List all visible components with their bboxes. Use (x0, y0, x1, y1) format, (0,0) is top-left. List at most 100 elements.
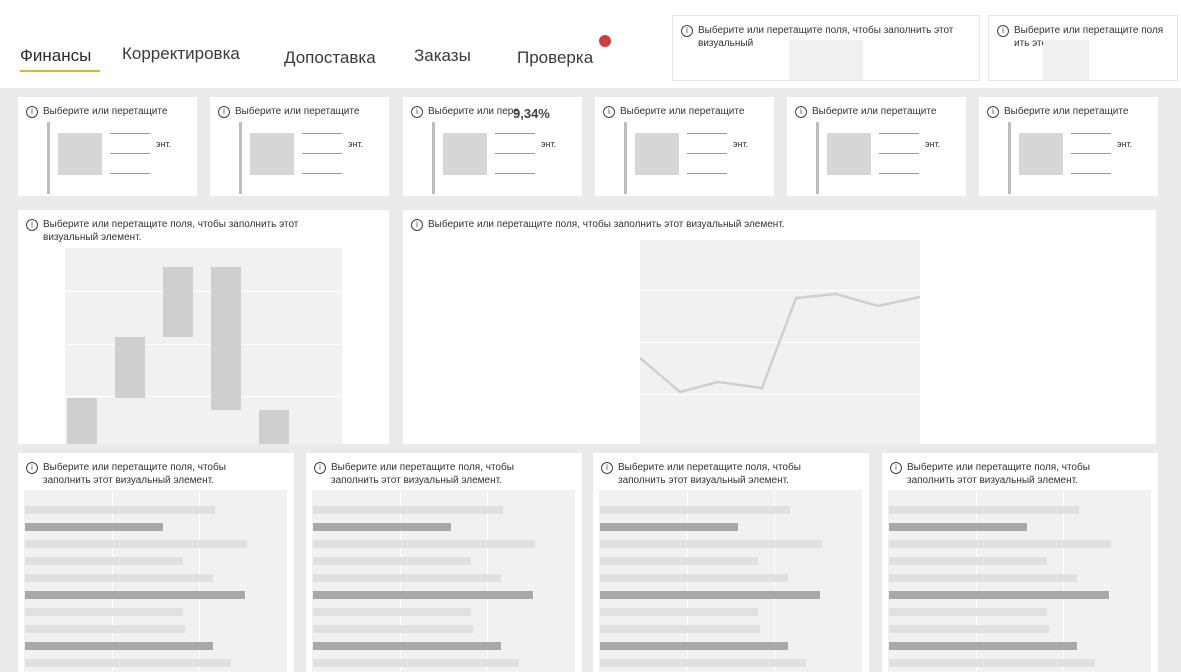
bar-placeholder (889, 659, 1095, 667)
waterfall-placeholder-plot (65, 248, 342, 444)
bar-placeholder (25, 557, 183, 565)
placeholder-text: Выберите или перетащите (43, 106, 168, 117)
placeholder-message: i Выберите или перетащите поля, чтобы за… (26, 218, 336, 244)
top-visual-card-2[interactable]: i Выберите или перетащите поля ить этот … (988, 15, 1178, 81)
placeholder-line (687, 173, 727, 174)
bar-placeholder (25, 591, 245, 599)
kpi-card[interactable]: i Выберите или пере энт. 9,34% (403, 97, 582, 196)
placeholder-line (687, 153, 727, 154)
bar-placeholder (25, 659, 231, 667)
placeholder-graphic (1019, 133, 1063, 175)
placeholder-text: Выберите или перетащите (812, 106, 937, 117)
placeholder-message: i Выберите или перетащите (795, 105, 936, 118)
placeholder-text: Выберите или перетащите поля, чтобы запо… (331, 462, 514, 486)
placeholder-line (879, 173, 919, 174)
placeholder-text-tail: энт. (733, 139, 749, 149)
placeholder-text: Выберите или перетащите поля, чтобы запо… (907, 462, 1090, 486)
bar-visual-card[interactable]: i Выберите или перетащите поля, чтобы зап… (306, 453, 582, 672)
kpi-card[interactable]: i Выберите или перетащите энт. (595, 97, 774, 196)
placeholder-line (302, 133, 342, 134)
placeholder-line (687, 133, 727, 134)
kpi-card[interactable]: i Выберите или перетащите энт. (18, 97, 197, 196)
placeholder-graphic (58, 133, 102, 175)
waterfall-visual-card[interactable]: i Выберите или перетащите поля, чтобы за… (18, 210, 389, 444)
placeholder-text: Выберите или перетащите поля, чтобы запо… (43, 462, 226, 486)
bar-placeholder (25, 574, 213, 582)
placeholder-message: i Выберите или перетащите поля, чтобы зап… (26, 461, 266, 487)
placeholder-text: Выберите или пере (428, 106, 519, 117)
top-visual-card-1[interactable]: i Выберите или перетащите поля, чтобы за… (672, 15, 980, 81)
bar-placeholder (889, 608, 1047, 616)
line-visual-card[interactable]: i Выберите или перетащите поля, чтобы за… (403, 210, 1156, 444)
active-tab-underline (20, 70, 100, 72)
placeholder-line (879, 133, 919, 134)
placeholder-line (495, 153, 535, 154)
bar-placeholder-plot (888, 490, 1151, 672)
bar-placeholder (889, 625, 1049, 633)
bar-placeholder (889, 642, 1077, 650)
line-placeholder-graphic (640, 292, 920, 394)
info-icon: i (411, 219, 423, 231)
tab-check[interactable]: Проверка (517, 48, 593, 68)
placeholder-divider (624, 122, 627, 194)
placeholder-message: i Выберите или перетащите (603, 105, 744, 118)
placeholder-line (302, 173, 342, 174)
placeholder-line (110, 133, 150, 134)
placeholder-divider (1008, 122, 1011, 194)
placeholder-text: Выберите или перетащите (1004, 106, 1129, 117)
bar-visual-card[interactable]: i Выберите или перетащите поля, чтобы зап… (593, 453, 869, 672)
bar-placeholder (313, 574, 501, 582)
bar-placeholder (600, 659, 806, 667)
waterfall-bar (211, 267, 241, 410)
placeholder-divider (432, 122, 435, 194)
bar-placeholder-plot (599, 490, 862, 672)
bar-placeholder-plot (24, 490, 287, 672)
placeholder-graphic (250, 133, 294, 175)
bar-placeholder (313, 540, 535, 548)
waterfall-bar (67, 398, 97, 444)
kpi-card[interactable]: i Выберите или перетащите энт. (210, 97, 389, 196)
bar-placeholder (600, 506, 790, 514)
placeholder-message: i Выберите или перетащите (218, 105, 359, 118)
placeholder-text-tail: энт. (541, 139, 557, 149)
tab-additional-delivery[interactable]: Допоставка (284, 48, 376, 68)
placeholder-text-tail: энт. (348, 139, 364, 149)
bar-placeholder (313, 506, 503, 514)
placeholder-divider (239, 122, 242, 194)
bar-placeholder (313, 557, 471, 565)
tab-orders[interactable]: Заказы (414, 46, 471, 66)
line-placeholder-plot (640, 240, 920, 444)
bar-visual-card[interactable]: i Выберите или перетащите поля, чтобы зап… (882, 453, 1158, 672)
bar-placeholder (600, 642, 788, 650)
bar-placeholder (600, 625, 760, 633)
tab-correction[interactable]: Корректировка (122, 44, 240, 64)
bar-placeholder (313, 642, 501, 650)
info-icon: i (601, 462, 613, 474)
placeholder-text: Выберите или перетащите поля, чтобы запо… (43, 219, 299, 243)
placeholder-message: i Выберите или перетащите (987, 105, 1128, 118)
bar-placeholder (25, 540, 247, 548)
placeholder-line (1071, 133, 1111, 134)
bar-placeholder (25, 642, 213, 650)
placeholder-graphic (443, 133, 487, 175)
placeholder-message: i Выберите или пере (411, 105, 519, 118)
bar-placeholder (25, 506, 215, 514)
placeholder-divider (816, 122, 819, 194)
tab-finance[interactable]: Финансы (20, 46, 91, 66)
kpi-card[interactable]: i Выберите или перетащите энт. (979, 97, 1158, 196)
placeholder-line (1071, 173, 1111, 174)
placeholder-text-tail: энт. (925, 139, 941, 149)
bar-placeholder (600, 523, 738, 531)
info-icon: i (997, 25, 1009, 37)
placeholder-message: i Выберите или перетащите поля, чтобы зап… (601, 461, 841, 487)
placeholder-line (879, 153, 919, 154)
placeholder-text: Выберите или перетащите поля, чтобы запо… (618, 462, 801, 486)
bar-placeholder (313, 659, 519, 667)
bar-placeholder (313, 625, 473, 633)
placeholder-graphic (789, 40, 863, 80)
kpi-card[interactable]: i Выберите или перетащите энт. (787, 97, 966, 196)
bar-placeholder (889, 557, 1047, 565)
placeholder-text: Выберите или перетащите поля ить этот ви… (1014, 25, 1164, 49)
placeholder-text-tail: энт. (156, 139, 172, 149)
bar-visual-card[interactable]: i Выберите или перетащите поля, чтобы зап… (18, 453, 294, 672)
